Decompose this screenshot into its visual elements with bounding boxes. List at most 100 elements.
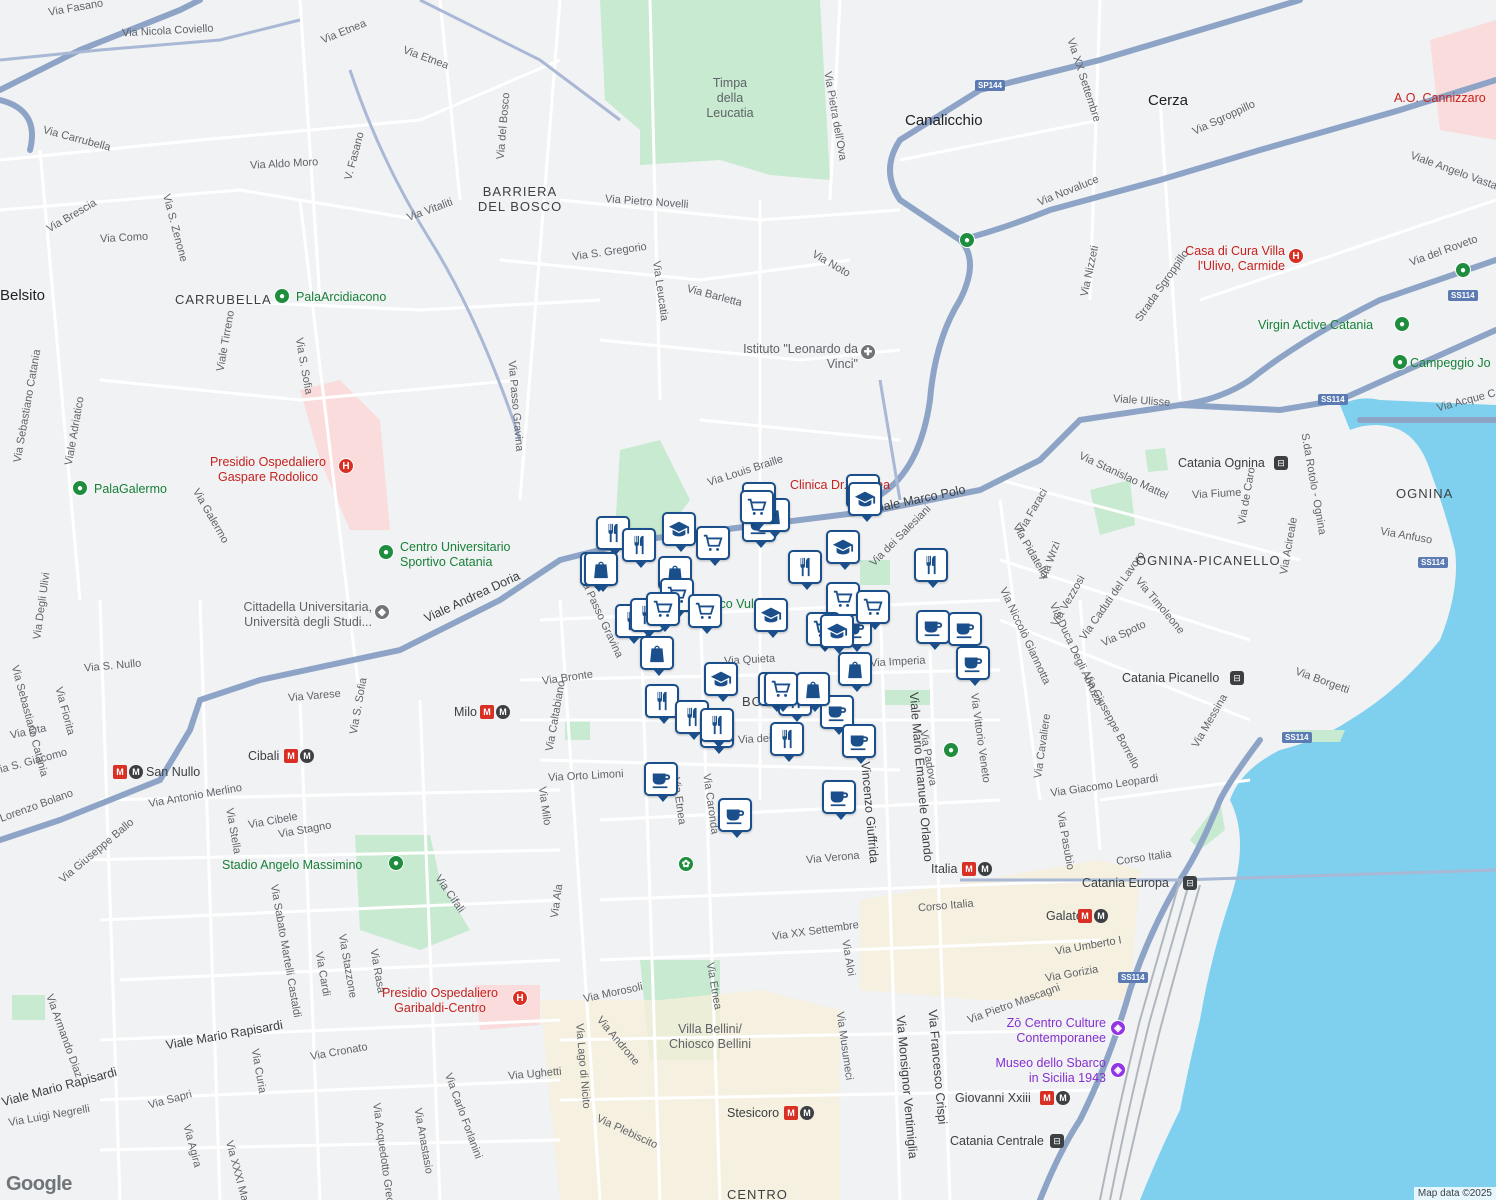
school-pin[interactable] xyxy=(820,614,854,654)
park-icon: ● xyxy=(943,742,959,758)
grocery-pin[interactable] xyxy=(696,526,730,566)
cafe-icon xyxy=(828,706,847,722)
metro-icon: MM xyxy=(113,765,143,779)
grocery-icon xyxy=(653,600,673,617)
place-label: Istituto "Leonardo da Vinci" xyxy=(743,342,858,371)
grocery-pin[interactable] xyxy=(740,490,774,530)
restaurant-pin[interactable] xyxy=(770,722,804,762)
school-icon xyxy=(668,521,690,537)
grocery-pin[interactable] xyxy=(826,582,860,622)
place-label: Campeggio Jo xyxy=(1410,356,1491,370)
train-icon: ⊟ xyxy=(1274,456,1288,470)
school-pin[interactable] xyxy=(704,662,738,702)
school-icon xyxy=(710,671,732,687)
sport-icon: ● xyxy=(378,544,394,560)
metro-icon: MM xyxy=(784,1106,814,1120)
shopping-pin[interactable] xyxy=(838,652,872,692)
metro-label: San Nullo xyxy=(146,765,201,779)
hospital-icon: H xyxy=(1288,248,1304,264)
train-icon: ⊟ xyxy=(1050,1134,1064,1148)
area-label: OGNINA-PICANELLO xyxy=(1136,553,1281,568)
school-pin[interactable] xyxy=(826,530,860,570)
place-label: Casa di Cura Villa l'Ulivo, Carmide xyxy=(1185,244,1285,273)
school-pin[interactable] xyxy=(848,482,882,522)
museum-icon: ◈ xyxy=(1110,1020,1126,1036)
metro-label: Stesicoro xyxy=(727,1106,780,1120)
school-icon xyxy=(854,491,876,507)
restaurant-pin[interactable] xyxy=(788,550,822,590)
cafe-pin[interactable] xyxy=(644,762,678,802)
metro-label: Italia xyxy=(931,862,958,876)
place-label: A.O. Cannizzaro xyxy=(1394,91,1486,105)
metro-icon: MM xyxy=(480,705,510,719)
road-shield: SS114 xyxy=(1118,972,1148,983)
place-label: Villa Bellini/ Chiosco Bellini xyxy=(669,1022,751,1051)
cafe-icon xyxy=(924,621,943,637)
grocery-icon xyxy=(771,680,791,697)
restaurant-pin[interactable] xyxy=(700,708,734,748)
restaurant-icon xyxy=(926,555,936,575)
train-icon: ⊟ xyxy=(1230,671,1244,685)
cafe-pin[interactable] xyxy=(842,724,876,764)
shopping-icon xyxy=(806,681,820,699)
place-label: Museo dello Sbarco in Sicilia 1943 xyxy=(995,1056,1106,1085)
area-label: BARRIERA DEL BOSCO xyxy=(477,184,563,214)
restaurant-pin[interactable] xyxy=(914,548,948,588)
cafe-icon xyxy=(830,791,849,807)
flower-icon: ✿ xyxy=(678,856,694,872)
cafe-pin[interactable] xyxy=(718,798,752,838)
school-icon xyxy=(826,623,848,639)
rail-label: Catania Centrale xyxy=(950,1134,1044,1148)
cafe-icon xyxy=(956,623,975,639)
road-shield: SS114 xyxy=(1448,290,1478,301)
school-pin[interactable] xyxy=(662,512,696,552)
restaurant-icon xyxy=(634,535,644,555)
shopping-pin[interactable] xyxy=(640,636,674,676)
place-label: Presidio Ospedaliero Gaspare Rodolico xyxy=(209,455,327,484)
grocery-pin[interactable] xyxy=(856,590,890,630)
area-label: CARRUBELLA xyxy=(175,292,272,307)
school-icon: ✚ xyxy=(860,344,876,360)
hospital-icon: H xyxy=(338,458,354,474)
map-attribution: Map data ©2025 xyxy=(1413,1187,1496,1200)
metro-icon: MM xyxy=(284,749,314,763)
restaurant-icon xyxy=(712,715,722,735)
cafe-pin[interactable] xyxy=(956,646,990,686)
metro-icon: MM xyxy=(962,862,992,876)
grocery-icon xyxy=(747,498,767,515)
stadium-icon: ● xyxy=(72,480,88,496)
shopping-pin[interactable] xyxy=(584,552,618,592)
grocery-pin[interactable] xyxy=(688,594,722,634)
place-label: Zō Centro Culture Contemporanee xyxy=(1006,1016,1106,1045)
cafe-pin[interactable] xyxy=(822,780,856,820)
park-icon: ● xyxy=(959,232,975,248)
university-icon: ◆ xyxy=(374,604,390,620)
road-shield: SS114 xyxy=(1318,394,1348,405)
map-canvas[interactable]: Via Fasano Via Nicola Coviello Via Etnea… xyxy=(0,0,1496,1200)
school-pin[interactable] xyxy=(754,598,788,638)
cafe-icon xyxy=(652,773,671,789)
grocery-icon xyxy=(833,590,853,607)
restaurant-pin[interactable] xyxy=(645,684,679,724)
town-label: Cerza xyxy=(1148,92,1189,109)
grocery-pin[interactable] xyxy=(646,592,680,632)
place-label: Presidio Ospedaliero Garibaldi-Centro xyxy=(381,986,499,1015)
restaurant-icon xyxy=(800,557,810,577)
place-label: PalaGalermo xyxy=(94,482,167,496)
road-shield: SS114 xyxy=(1282,732,1312,743)
train-icon: ⊟ xyxy=(1183,876,1197,890)
area-label: CENTRO xyxy=(727,1187,788,1200)
park-icon: ● xyxy=(1455,262,1471,278)
road-label: Via Como xyxy=(99,230,149,246)
shopping-pin[interactable] xyxy=(796,672,830,712)
cafe-pin[interactable] xyxy=(916,610,950,650)
metro-icon: MM xyxy=(1078,909,1108,923)
grocery-pin[interactable] xyxy=(764,672,798,712)
restaurant-pin[interactable] xyxy=(622,528,656,568)
cafe-pin[interactable] xyxy=(948,612,982,652)
road-shield: SP144 xyxy=(975,80,1006,91)
cafe-icon xyxy=(850,735,869,751)
museum-icon: ◈ xyxy=(1110,1062,1126,1078)
place-label: Timpa della Leucatia xyxy=(706,76,754,120)
place-label: PalaArcidiacono xyxy=(296,290,387,304)
